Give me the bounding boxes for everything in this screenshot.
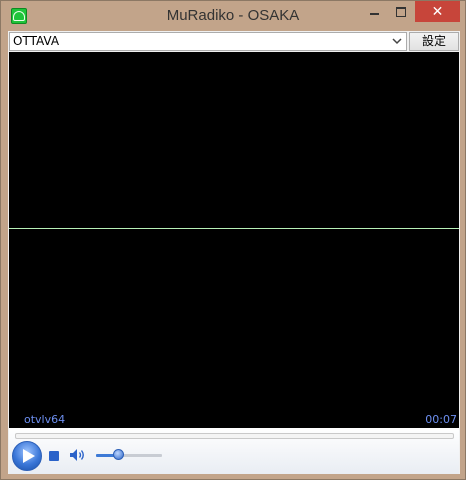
- minimize-button[interactable]: [361, 1, 387, 22]
- settings-button[interactable]: 設定: [409, 32, 459, 51]
- audio-visualizer: otvlv64 00:07: [9, 52, 459, 428]
- station-value: OTTAVA: [13, 34, 60, 48]
- speaker-icon[interactable]: [69, 448, 87, 462]
- playback-controls: [9, 428, 459, 474]
- radio-app-icon[interactable]: [11, 8, 27, 24]
- play-icon: [23, 449, 35, 463]
- title-bar[interactable]: MuRadiko - OSAKA ✕: [1, 1, 465, 31]
- waveform-line: [9, 228, 459, 229]
- station-dropdown[interactable]: OTTAVA: [9, 32, 407, 51]
- volume-slider-thumb[interactable]: [113, 449, 124, 460]
- stop-icon[interactable]: [49, 451, 59, 461]
- stream-id-label: otvlv64: [24, 413, 66, 426]
- seek-bar[interactable]: [15, 433, 454, 439]
- elapsed-time: 00:07: [425, 413, 457, 426]
- volume-slider[interactable]: [96, 454, 162, 457]
- chevron-down-icon: [392, 38, 402, 45]
- close-button[interactable]: ✕: [415, 1, 460, 22]
- client-area: OTTAVA 設定 otvlv64 00:07: [8, 31, 460, 474]
- play-button[interactable]: [12, 441, 42, 471]
- maximize-button[interactable]: [388, 1, 414, 22]
- app-window: MuRadiko - OSAKA ✕ OTTAVA 設定 otvlv64 00:…: [0, 0, 466, 480]
